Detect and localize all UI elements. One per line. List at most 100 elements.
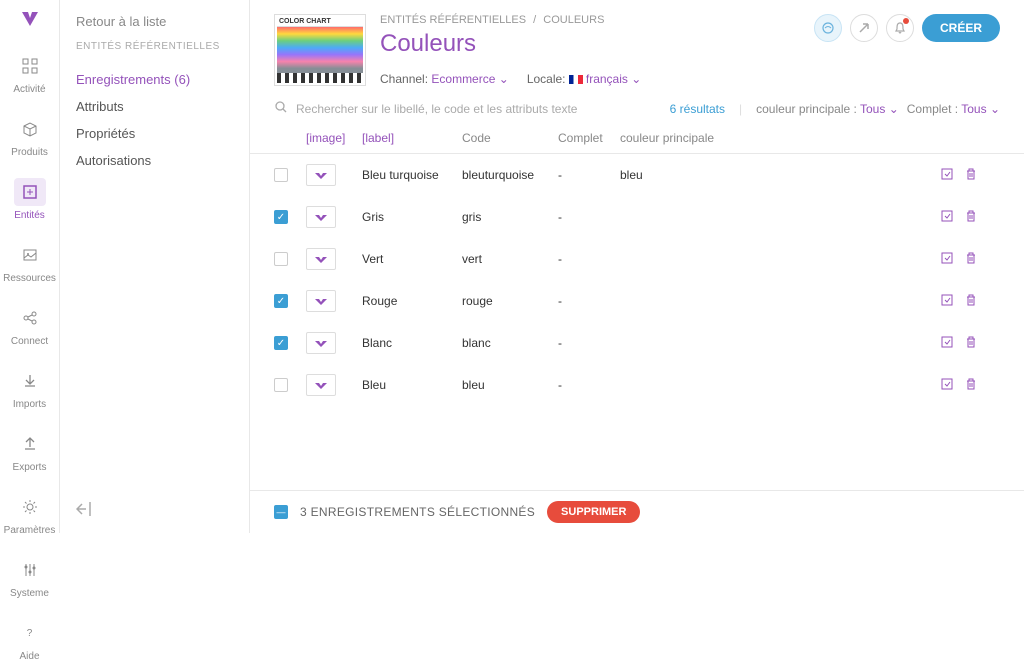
edit-icon[interactable]	[940, 167, 954, 184]
sidebar-item-2[interactable]: Propriétés	[76, 120, 233, 147]
rail-connect[interactable]: Connect	[0, 296, 60, 355]
link-button[interactable]	[850, 14, 878, 42]
entity-thumbnail: COLOR CHART	[274, 14, 366, 86]
row-complet: -	[558, 294, 620, 308]
row-label: Rouge	[362, 294, 462, 308]
rail-produits[interactable]: Produits	[0, 107, 60, 166]
delete-button[interactable]: SUPPRIMER	[547, 501, 640, 523]
collapse-sidebar[interactable]	[76, 502, 94, 519]
row-thumbnail	[306, 290, 336, 312]
rail-imports[interactable]: Imports	[0, 359, 60, 418]
col-label[interactable]: [label]	[362, 131, 462, 145]
breadcrumb-parent[interactable]: ENTITÉS RÉFÉRENTIELLES	[380, 14, 526, 26]
footer-check-icon[interactable]: —	[274, 505, 288, 519]
row-complet: -	[558, 336, 620, 350]
create-button[interactable]: CRÉER	[922, 14, 1000, 42]
row-label: Bleu turquoise	[362, 168, 462, 182]
search-icon	[274, 100, 288, 117]
row-checkbox[interactable]	[274, 252, 288, 266]
row-checkbox[interactable]: ✓	[274, 336, 288, 350]
edit-icon[interactable]	[940, 293, 954, 310]
rail-systeme[interactable]: Systeme	[0, 548, 60, 607]
row-checkbox[interactable]: ✓	[274, 294, 288, 308]
rail-label: Exports	[13, 462, 47, 473]
rail-exports[interactable]: Exports	[0, 422, 60, 481]
locale-selector[interactable]: Locale: français ⌄	[527, 72, 641, 86]
chevron-down-icon: ⌄	[889, 102, 899, 116]
row-checkbox[interactable]: ✓	[274, 210, 288, 224]
upload-icon	[14, 430, 46, 458]
edit-icon[interactable]	[940, 335, 954, 352]
help-icon: ?	[27, 628, 33, 639]
flag-fr-icon	[569, 75, 583, 84]
sliders-icon	[14, 556, 46, 584]
sidebar-item-0[interactable]: Enregistrements (6)	[76, 66, 233, 93]
chevron-down-icon: ⌄	[631, 72, 641, 86]
grid-icon	[14, 52, 46, 80]
ai-button[interactable]	[814, 14, 842, 42]
delete-icon[interactable]	[964, 293, 978, 310]
rail-label: Entités	[14, 210, 45, 221]
sidebar-item-1[interactable]: Attributs	[76, 93, 233, 120]
col-complet[interactable]: Complet	[558, 131, 620, 145]
row-thumbnail	[306, 248, 336, 270]
channel-selector[interactable]: Channel: Ecommerce ⌄	[380, 72, 509, 86]
row-complet: -	[558, 168, 620, 182]
edit-icon[interactable]	[940, 377, 954, 394]
search-input[interactable]	[296, 102, 662, 116]
col-code[interactable]: Code	[462, 131, 558, 145]
row-code: bleuturquoise	[462, 168, 558, 182]
row-code: gris	[462, 210, 558, 224]
chevron-down-icon: ⌄	[990, 102, 1000, 116]
delete-icon[interactable]	[964, 335, 978, 352]
table-row[interactable]: ✓Blancblanc-	[250, 322, 1024, 364]
rail-label: Ressources	[3, 273, 56, 284]
row-label: Gris	[362, 210, 462, 224]
download-icon	[14, 367, 46, 395]
rail-label: Produits	[11, 147, 48, 158]
rail-label: Imports	[13, 399, 46, 410]
delete-icon[interactable]	[964, 251, 978, 268]
rail-ressources[interactable]: Ressources	[0, 233, 60, 292]
table-row[interactable]: ✓ Rougerouge-	[250, 280, 1024, 322]
table-row[interactable]: Bleubleu-	[250, 364, 1024, 406]
table-row[interactable]: Bleu turquoisebleuturquoise-bleu	[250, 154, 1024, 196]
table-row[interactable]: Vertvert-	[250, 238, 1024, 280]
edit-icon[interactable]	[940, 251, 954, 268]
rail-label: Connect	[11, 336, 48, 347]
bracket-icon	[14, 178, 46, 206]
col-principale[interactable]: couleur principale	[620, 131, 940, 145]
row-thumbnail	[306, 332, 336, 354]
share-icon	[14, 304, 46, 332]
selection-footer: — 3 ENREGISTREMENTS SÉLECTIONNÉS SUPPRIM…	[250, 490, 1024, 533]
box-icon	[14, 115, 46, 143]
app-logo[interactable]	[18, 8, 42, 32]
notifications-button[interactable]	[886, 14, 914, 42]
row-label: Vert	[362, 252, 462, 266]
breadcrumb-current: COULEURS	[543, 14, 604, 26]
delete-icon[interactable]	[964, 377, 978, 394]
edit-icon[interactable]	[940, 209, 954, 226]
sidebar-item-3[interactable]: Autorisations	[76, 147, 233, 174]
rail-activité[interactable]: Activité	[0, 44, 60, 103]
page-title: Couleurs	[380, 30, 800, 58]
col-image[interactable]: [image]	[306, 131, 362, 145]
selection-count: 3 ENREGISTREMENTS SÉLECTIONNÉS	[300, 505, 535, 519]
filter-principale[interactable]: couleur principale : Tous ⌄	[756, 102, 899, 116]
table-row[interactable]: ✓Grisgris-	[250, 196, 1024, 238]
delete-icon[interactable]	[964, 167, 978, 184]
row-checkbox[interactable]	[274, 378, 288, 392]
row-checkbox[interactable]	[274, 168, 288, 182]
delete-icon[interactable]	[964, 209, 978, 226]
breadcrumb: ENTITÉS RÉFÉRENTIELLES / COULEURS	[380, 14, 800, 26]
row-complet: -	[558, 252, 620, 266]
rail-help[interactable]: ? Aide	[0, 611, 59, 670]
row-thumbnail	[306, 374, 336, 396]
image-icon	[14, 241, 46, 269]
rail-entités[interactable]: Entités	[0, 170, 60, 229]
rail-paramètres[interactable]: Paramètres	[0, 485, 60, 544]
row-code: rouge	[462, 294, 558, 308]
row-thumbnail	[306, 206, 336, 228]
filter-complet[interactable]: Complet : Tous ⌄	[907, 102, 1000, 116]
back-link[interactable]: Retour à la liste	[76, 14, 233, 29]
